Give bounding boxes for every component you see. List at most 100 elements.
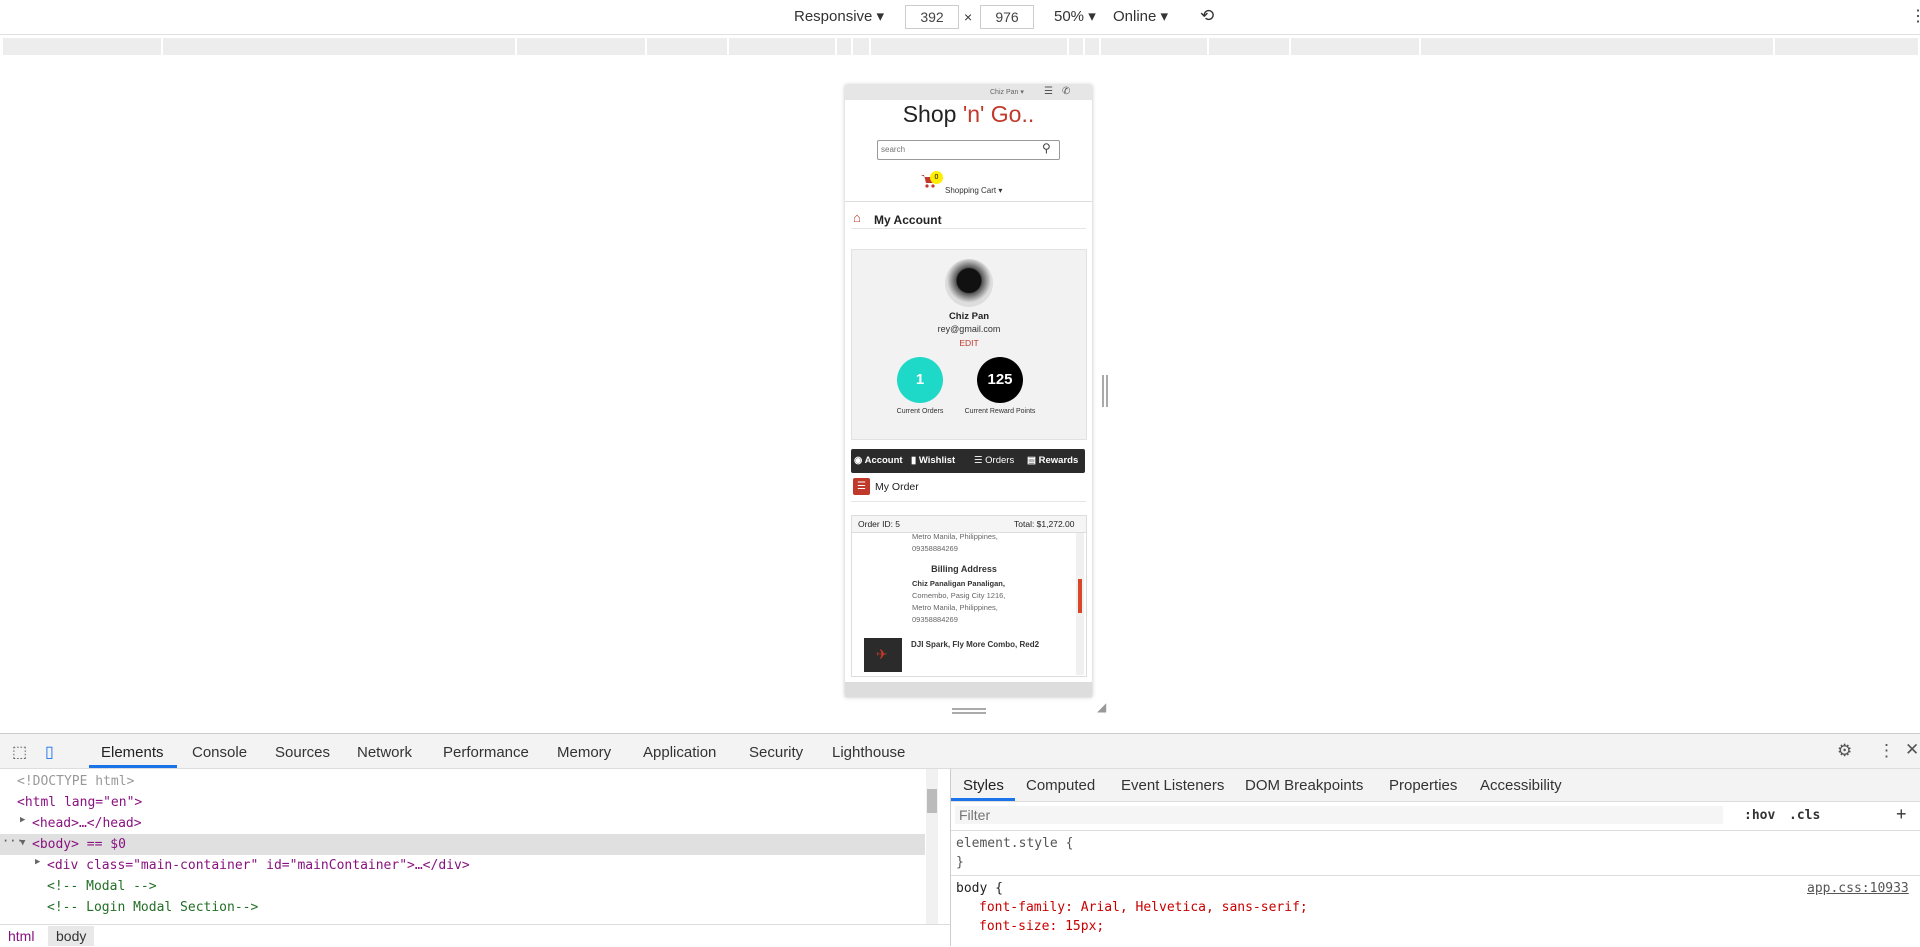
- hover-state-toggle[interactable]: :hov: [1744, 808, 1775, 823]
- tab-elements[interactable]: Elements: [101, 744, 164, 761]
- media-segment[interactable]: [1775, 38, 1920, 55]
- corner-resize-icon[interactable]: ◢: [1097, 700, 1106, 714]
- phone-icon[interactable]: ✆: [1062, 86, 1070, 97]
- element-style-selector[interactable]: element.style {: [956, 836, 1073, 851]
- tab-orders[interactable]: ☰ Orders: [974, 455, 1014, 466]
- device-mode-dropdown[interactable]: Responsive ▾: [794, 7, 884, 25]
- body-rule-selector[interactable]: body {: [956, 881, 1003, 896]
- breadcrumb-body[interactable]: body: [48, 926, 95, 946]
- media-segment[interactable]: [1085, 38, 1101, 55]
- media-segment[interactable]: [1101, 38, 1209, 55]
- menu-icon[interactable]: ☰: [1044, 86, 1053, 97]
- edit-profile-link[interactable]: EDIT: [852, 338, 1086, 348]
- head-line[interactable]: <head>…</head>: [32, 813, 142, 834]
- media-segment[interactable]: [1069, 38, 1085, 55]
- breadcrumb: html body: [0, 924, 950, 947]
- stylesheet-link[interactable]: app.css:10933: [1807, 881, 1909, 896]
- styles-filter-input[interactable]: [955, 806, 1723, 824]
- collapse-arrow-icon[interactable]: ▼: [20, 838, 25, 848]
- site-logo[interactable]: Shop 'n' Go..: [845, 101, 1092, 128]
- device-mode-label: Responsive: [794, 8, 873, 25]
- tab-lighthouse[interactable]: Lighthouse: [832, 744, 905, 761]
- media-segment[interactable]: [647, 38, 729, 55]
- body-line[interactable]: <body> == $0: [32, 834, 126, 855]
- scrollbar-thumb[interactable]: [1078, 579, 1082, 613]
- tab-rewards[interactable]: ▤ Rewards: [1027, 455, 1078, 466]
- class-toggle[interactable]: .cls: [1789, 808, 1820, 823]
- viewport-height-input[interactable]: 976: [980, 5, 1034, 29]
- site-footer-bar: [845, 682, 1092, 697]
- search-icon[interactable]: ⚲: [1042, 141, 1051, 155]
- network-dropdown[interactable]: Online ▾: [1113, 7, 1168, 25]
- elements-scrollbar[interactable]: [926, 769, 938, 924]
- tab-dom-breakpoints[interactable]: DOM Breakpoints: [1245, 777, 1363, 794]
- close-devtools-icon[interactable]: ✕: [1905, 740, 1919, 760]
- filter-bar: :hov .cls +: [951, 802, 1920, 831]
- tab-accessibility[interactable]: Accessibility: [1480, 777, 1562, 794]
- search-input[interactable]: [879, 142, 1043, 156]
- modal-comment-line[interactable]: <!-- Modal -->: [47, 876, 157, 897]
- tab-computed[interactable]: Computed: [1026, 777, 1095, 794]
- breadcrumb-html[interactable]: html: [8, 928, 34, 944]
- expand-arrow-icon[interactable]: ▶: [20, 815, 25, 825]
- media-segment[interactable]: [729, 38, 837, 55]
- bottom-resize-handle[interactable]: [952, 708, 986, 714]
- section-title: My Order: [875, 481, 919, 493]
- cart-dropdown[interactable]: Shopping Cart ▾: [945, 186, 1002, 195]
- media-segment[interactable]: [517, 38, 647, 55]
- device-viewport: Chiz Pan ▾ ☰ ✆ Shop 'n' Go.. ⚲ 0 Shoppin…: [845, 85, 1092, 697]
- order-scrollbar[interactable]: [1076, 533, 1084, 675]
- tab-performance[interactable]: Performance: [443, 744, 529, 761]
- product-name[interactable]: DJI Spark, Fly More Combo, Red2: [911, 640, 1039, 649]
- doctype-line[interactable]: <!DOCTYPE html>: [17, 771, 134, 792]
- rotate-icon[interactable]: ⟲: [1200, 6, 1214, 26]
- tab-account[interactable]: ◉ Account: [854, 455, 903, 466]
- product-thumbnail[interactable]: ✈: [864, 638, 902, 672]
- device-toolbar-toggle-icon[interactable]: ▯: [45, 742, 54, 762]
- profile-name: Chiz Pan: [948, 311, 990, 322]
- new-style-rule-icon[interactable]: +: [1896, 804, 1907, 825]
- tab-network[interactable]: Network: [357, 744, 412, 761]
- viewport-width-input[interactable]: 392: [905, 5, 959, 29]
- right-resize-handle[interactable]: [1102, 375, 1108, 407]
- scrollbar-thumb[interactable]: [927, 789, 937, 813]
- current-orders-count[interactable]: 1: [897, 357, 943, 403]
- page-title: My Account: [874, 213, 942, 227]
- inspect-element-icon[interactable]: ⬚: [12, 742, 27, 762]
- tab-properties[interactable]: Properties: [1389, 777, 1457, 794]
- avatar[interactable]: [945, 259, 993, 307]
- more-options-icon[interactable]: ⋮: [1910, 6, 1920, 26]
- font-family-declaration[interactable]: font-family: Arial, Helvetica, sans-seri…: [979, 900, 1308, 915]
- main-container-line[interactable]: <div class="main-container" id="mainCont…: [47, 855, 470, 876]
- media-segment[interactable]: [1291, 38, 1421, 55]
- expand-arrow-icon[interactable]: ▶: [35, 857, 40, 867]
- reward-points-count[interactable]: 125: [977, 357, 1023, 403]
- media-segment[interactable]: [3, 38, 163, 55]
- tab-wishlist[interactable]: ▮ Wishlist: [911, 455, 955, 466]
- settings-gear-icon[interactable]: ⚙: [1837, 741, 1852, 761]
- media-segment[interactable]: [871, 38, 1069, 55]
- media-segment[interactable]: [1421, 38, 1775, 55]
- tab-memory[interactable]: Memory: [557, 744, 611, 761]
- media-segment[interactable]: [163, 38, 517, 55]
- zoom-dropdown[interactable]: 50% ▾: [1054, 7, 1096, 25]
- media-segment[interactable]: [1209, 38, 1291, 55]
- user-menu-label: Chiz Pan: [990, 89, 1019, 96]
- tab-console[interactable]: Console: [192, 744, 247, 761]
- login-comment-line[interactable]: <!-- Login Modal Section-->: [47, 897, 258, 918]
- tab-styles[interactable]: Styles: [963, 777, 1004, 794]
- media-segment[interactable]: [837, 38, 853, 55]
- cart-count-badge: 0: [930, 171, 943, 184]
- active-tab-indicator: [89, 765, 177, 768]
- font-size-declaration[interactable]: font-size: 15px;: [979, 919, 1104, 934]
- html-open-line[interactable]: <html lang="en">: [17, 792, 142, 813]
- media-segment[interactable]: [853, 38, 871, 55]
- tab-event-listeners[interactable]: Event Listeners: [1121, 777, 1224, 794]
- styles-tabbar: Styles Computed Event Listeners DOM Brea…: [951, 769, 1920, 802]
- tab-account-label: Account: [864, 455, 903, 466]
- tab-security[interactable]: Security: [749, 744, 803, 761]
- tab-application[interactable]: Application: [643, 744, 716, 761]
- user-menu[interactable]: Chiz Pan ▾: [990, 88, 1024, 96]
- devtools-menu-icon[interactable]: ⋮: [1878, 741, 1895, 761]
- tab-sources[interactable]: Sources: [275, 744, 330, 761]
